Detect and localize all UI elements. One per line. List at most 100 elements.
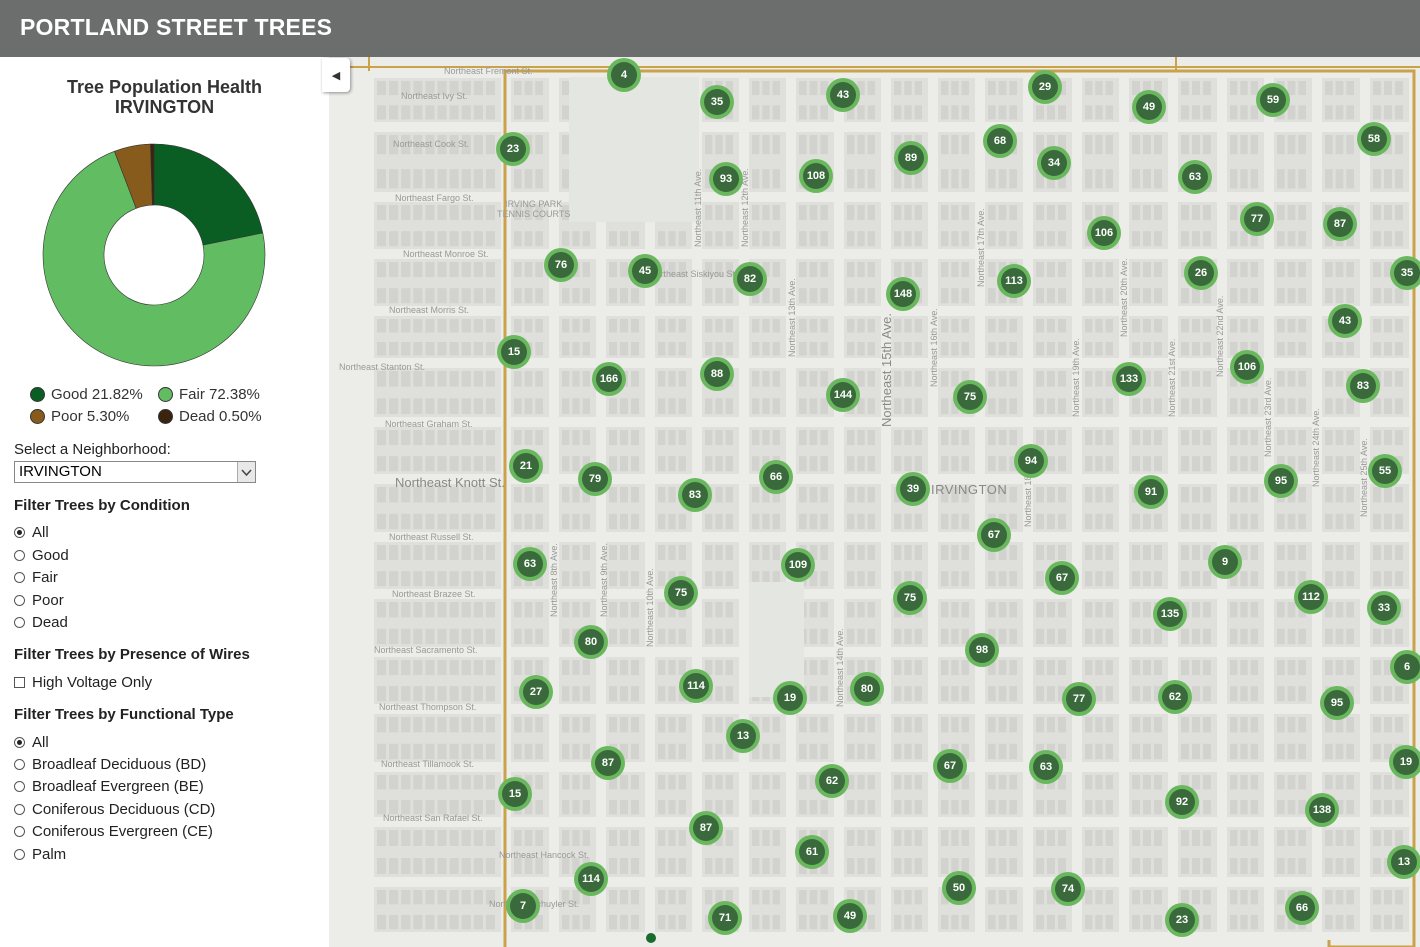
tree-cluster-marker[interactable]: 106 — [1230, 350, 1264, 384]
tree-cluster-marker[interactable]: 80 — [850, 672, 884, 706]
radio-icon[interactable] — [14, 572, 25, 583]
radio-icon[interactable] — [14, 550, 25, 561]
tree-cluster-marker[interactable]: 43 — [1328, 304, 1362, 338]
tree-cluster-marker[interactable]: 79 — [578, 462, 612, 496]
condition-radio-poor[interactable]: Poor — [14, 592, 64, 609]
tree-cluster-marker[interactable]: 93 — [709, 162, 743, 196]
tree-cluster-marker[interactable]: 106 — [1087, 216, 1121, 250]
tree-cluster-marker[interactable]: 77 — [1240, 202, 1274, 236]
tree-cluster-marker[interactable]: 74 — [1051, 872, 1085, 906]
tree-cluster-marker[interactable]: 83 — [1346, 369, 1380, 403]
tree-cluster-marker[interactable]: 67 — [933, 749, 967, 783]
tree-cluster-marker[interactable]: 34 — [1037, 146, 1071, 180]
radio-icon[interactable] — [14, 849, 25, 860]
tree-cluster-marker[interactable]: 95 — [1320, 686, 1354, 720]
radio-icon[interactable] — [14, 781, 25, 792]
tree-cluster-marker[interactable]: 59 — [1256, 83, 1290, 117]
condition-radio-good[interactable]: Good — [14, 547, 69, 564]
tree-cluster-marker[interactable]: 23 — [1165, 903, 1199, 937]
radio-icon[interactable] — [14, 617, 25, 628]
tree-cluster-marker[interactable]: 29 — [1028, 70, 1062, 104]
tree-cluster-marker[interactable]: 71 — [708, 901, 742, 935]
tree-cluster-marker[interactable]: 75 — [664, 576, 698, 610]
high-voltage-checkbox[interactable]: High Voltage Only — [14, 674, 152, 691]
tree-cluster-marker[interactable]: 114 — [679, 669, 713, 703]
tree-cluster-marker[interactable]: 19 — [773, 681, 807, 715]
tree-cluster-marker[interactable]: 35 — [700, 85, 734, 119]
sidebar-collapse-button[interactable]: ◀ — [322, 58, 350, 92]
tree-cluster-marker[interactable]: 75 — [893, 581, 927, 615]
tree-cluster-marker[interactable]: 92 — [1165, 785, 1199, 819]
tree-cluster-marker[interactable]: 19 — [1389, 745, 1420, 779]
tree-cluster-marker[interactable]: 67 — [1045, 561, 1079, 595]
tree-cluster-marker[interactable]: 21 — [509, 449, 543, 483]
radio-icon[interactable] — [14, 804, 25, 815]
radio-icon[interactable] — [14, 595, 25, 606]
condition-radio-all[interactable]: All — [14, 524, 49, 541]
condition-radio-dead[interactable]: Dead — [14, 614, 68, 631]
tree-cluster-marker[interactable]: 95 — [1264, 464, 1298, 498]
tree-cluster-marker[interactable]: 109 — [781, 548, 815, 582]
tree-cluster-marker[interactable]: 50 — [942, 871, 976, 905]
tree-cluster-marker[interactable]: 88 — [700, 357, 734, 391]
tree-cluster-marker[interactable]: 15 — [497, 335, 531, 369]
tree-cluster-marker[interactable]: 7 — [506, 889, 540, 923]
tree-cluster-marker[interactable]: 94 — [1014, 444, 1048, 478]
tree-cluster-marker[interactable]: 63 — [513, 547, 547, 581]
tree-cluster-marker[interactable]: 43 — [826, 78, 860, 112]
type-radio-palm[interactable]: Palm — [14, 846, 66, 863]
type-radio-be[interactable]: Broadleaf Evergreen (BE) — [14, 778, 204, 795]
tree-cluster-marker[interactable]: 62 — [815, 764, 849, 798]
radio-icon[interactable] — [14, 527, 25, 538]
tree-cluster-marker[interactable]: 77 — [1062, 682, 1096, 716]
tree-cluster-marker[interactable]: 82 — [733, 262, 767, 296]
collapse-arrow-icon[interactable]: ◀ — [332, 69, 340, 82]
tree-cluster-marker[interactable]: 80 — [574, 625, 608, 659]
tree-cluster-marker[interactable]: 63 — [1029, 750, 1063, 784]
type-radio-bd[interactable]: Broadleaf Deciduous (BD) — [14, 756, 206, 773]
donut-slice-good[interactable] — [153, 143, 264, 246]
tree-cluster-marker[interactable]: 39 — [896, 472, 930, 506]
tree-cluster-marker[interactable]: 49 — [833, 899, 867, 933]
tree-cluster-marker[interactable]: 61 — [795, 835, 829, 869]
tree-cluster-marker[interactable]: 98 — [965, 633, 999, 667]
tree-cluster-marker[interactable]: 67 — [977, 518, 1011, 552]
tree-cluster-marker[interactable]: 148 — [886, 277, 920, 311]
tree-cluster-marker[interactable]: 58 — [1357, 122, 1391, 156]
tree-cluster-marker[interactable]: 113 — [997, 264, 1031, 298]
tree-cluster-marker[interactable]: 76 — [544, 248, 578, 282]
tree-cluster-marker[interactable]: 108 — [799, 159, 833, 193]
tree-cluster-marker[interactable]: 9 — [1208, 545, 1242, 579]
radio-icon[interactable] — [14, 759, 25, 770]
tree-cluster-marker[interactable]: 62 — [1158, 680, 1192, 714]
tree-cluster-marker[interactable]: 15 — [498, 777, 532, 811]
tree-cluster-marker[interactable]: 66 — [759, 460, 793, 494]
radio-icon[interactable] — [14, 826, 25, 837]
tree-cluster-marker[interactable]: 89 — [894, 141, 928, 175]
map-base-layer[interactable] — [329, 57, 1420, 947]
tree-cluster-marker[interactable]: 6 — [1390, 650, 1420, 684]
neighborhood-select[interactable]: IRVINGTON — [14, 461, 256, 483]
tree-cluster-marker[interactable]: 87 — [689, 811, 723, 845]
tree-cluster-marker[interactable]: 13 — [726, 719, 760, 753]
tree-cluster-marker[interactable]: 45 — [628, 254, 662, 288]
tree-cluster-marker[interactable]: 27 — [519, 675, 553, 709]
tree-cluster-marker[interactable]: 63 — [1178, 160, 1212, 194]
tree-cluster-marker[interactable]: 26 — [1184, 256, 1218, 290]
tree-cluster-marker[interactable]: 49 — [1132, 90, 1166, 124]
select-arrow-icon[interactable] — [237, 462, 255, 482]
tree-cluster-marker[interactable]: 91 — [1134, 475, 1168, 509]
tree-cluster-marker[interactable]: 33 — [1367, 591, 1401, 625]
condition-radio-fair[interactable]: Fair — [14, 569, 58, 586]
selected-tree-marker[interactable] — [646, 933, 656, 943]
tree-cluster-marker[interactable]: 35 — [1390, 256, 1420, 290]
type-radio-ce[interactable]: Coniferous Evergreen (CE) — [14, 823, 213, 840]
tree-cluster-marker[interactable]: 13 — [1387, 845, 1420, 879]
tree-cluster-marker[interactable]: 133 — [1112, 362, 1146, 396]
tree-cluster-marker[interactable]: 135 — [1153, 597, 1187, 631]
tree-cluster-marker[interactable]: 83 — [678, 478, 712, 512]
tree-cluster-marker[interactable]: 112 — [1294, 580, 1328, 614]
type-radio-all[interactable]: All — [14, 734, 49, 751]
tree-cluster-marker[interactable]: 114 — [574, 862, 608, 896]
tree-cluster-marker[interactable]: 87 — [1323, 207, 1357, 241]
